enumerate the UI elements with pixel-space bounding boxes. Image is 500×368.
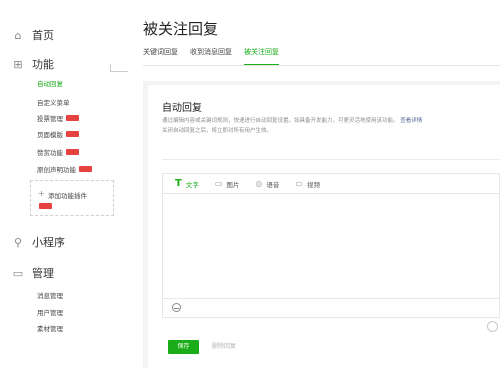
sidebar-collapse-handle[interactable] (110, 64, 128, 72)
tab-keyword-reply[interactable]: 关键词回复 (143, 47, 178, 66)
tool-image[interactable]: ▭ 图片 (215, 179, 240, 189)
new-badge (66, 149, 79, 155)
tool-text[interactable]: T 文字 (175, 178, 199, 189)
new-badge (79, 166, 92, 172)
page-title: 被关注回复 (143, 20, 219, 38)
link-icon: ⚲ (13, 235, 23, 249)
sidebar-section-management[interactable]: ▭ 管理 (12, 265, 54, 281)
tool-label: 视频 (306, 180, 320, 189)
tab-message-reply[interactable]: 收到消息回复 (190, 47, 232, 66)
sidebar-item-label: 消息管理 (37, 292, 63, 300)
section-description: 通过编辑内容或关键词规则，快速进行自动回复设置。如具备开发能力，可更灵活地使用该… (162, 116, 497, 136)
tool-label: 文字 (185, 180, 199, 189)
sidebar-item-users[interactable]: 用户管理 (37, 307, 63, 317)
sidebar-item-label: 原创声明功能 (37, 166, 76, 174)
sidebar-item-label: 素材管理 (37, 325, 63, 333)
sidebar-item-label: 投票管理 (37, 115, 63, 123)
description-text-2: 关闭自动回复之后，将立即对所有用户生效。 (162, 128, 273, 134)
sidebar-item-label: 用户管理 (37, 309, 63, 317)
sidebar-item-label: 赞赏功能 (37, 149, 63, 157)
image-icon: ▭ (214, 179, 223, 188)
tool-video[interactable]: ▭ 视频 (295, 179, 320, 189)
tab-bar: 关键词回复 收到消息回复 被关注回复 (143, 47, 279, 66)
content-panel: 自动回复 通过编辑内容或关键词规则，快速进行自动回复设置。如具备开发能力，可更灵… (143, 81, 500, 368)
sidebar-item-materials[interactable]: 素材管理 (37, 323, 63, 333)
reply-editor: T 文字 ▭ 图片 ◎ 语音 ▭ 视频 (162, 173, 500, 318)
tool-voice[interactable]: ◎ 语音 (255, 179, 279, 189)
editor-toolbar: T 文字 ▭ 图片 ◎ 语音 ▭ 视频 (163, 174, 499, 194)
grid-icon: ⊞ (13, 57, 23, 71)
sidebar-item-label: 首页 (32, 29, 54, 42)
content-card: 自动回复 通过编辑内容或关键词规则，快速进行自动回复设置。如具备开发能力，可更灵… (148, 85, 500, 368)
plus-icon: + (38, 189, 45, 198)
add-plugin-button[interactable]: + 添加功能插件 (30, 180, 114, 216)
sidebar-item-label: 自动回复 (37, 80, 63, 88)
sidebar-item-messages[interactable]: 消息管理 (37, 290, 63, 300)
sidebar-item-auto-reply[interactable]: 自动回复 (37, 78, 63, 88)
sidebar-item-vote[interactable]: 投票管理 (37, 113, 79, 123)
sidebar-item-custom-menu[interactable]: 自定义菜单 (37, 97, 70, 107)
sidebar-item-label: 自定义菜单 (37, 99, 70, 107)
sidebar-section-label: 管理 (32, 267, 54, 280)
help-icon[interactable] (487, 321, 498, 332)
sidebar-item-page-template[interactable]: 页面模版 (37, 129, 79, 139)
save-button[interactable]: 保存 (168, 340, 199, 354)
sidebar-section-label: 功能 (32, 58, 54, 71)
divider (162, 159, 500, 160)
home-icon: ⌂ (14, 28, 22, 42)
delete-reply-button[interactable]: 删除回复 (208, 340, 240, 354)
tool-label: 图片 (226, 180, 240, 189)
sidebar-item-reward[interactable]: 赞赏功能 (37, 147, 79, 157)
section-title: 自动回复 (162, 103, 202, 114)
reply-text-area[interactable] (163, 194, 499, 300)
video-icon: ▭ (295, 179, 303, 188)
sidebar-section-miniprogram[interactable]: ⚲ 小程序 (12, 234, 65, 250)
sidebar: ⌂ 首页 ⊞ 功能 自动回复 自定义菜单 投票管理 页面模版 赞赏功能 原创声明… (0, 0, 128, 368)
sidebar-section-label: 小程序 (32, 236, 65, 249)
sidebar-item-label: 页面模版 (37, 131, 63, 139)
add-plugin-label: 添加功能插件 (48, 192, 87, 200)
text-icon: T (175, 178, 182, 189)
tab-follow-reply[interactable]: 被关注回复 (244, 47, 279, 66)
tool-label: 语音 (266, 180, 280, 189)
emoji-icon[interactable] (172, 303, 181, 312)
editor-footer (163, 298, 499, 317)
sidebar-section-features[interactable]: ⊞ 功能 (12, 56, 54, 72)
details-link[interactable]: 查看详情 (400, 118, 422, 124)
new-badge (39, 203, 52, 209)
chat-icon: ▭ (12, 266, 24, 280)
voice-icon: ◎ (255, 179, 263, 188)
tab-divider (143, 65, 500, 66)
description-text: 通过编辑内容或关键词规则，快速进行自动回复设置。如具备开发能力，可更灵活地使用该… (162, 118, 399, 124)
sidebar-item-original-claim[interactable]: 原创声明功能 (37, 164, 92, 174)
new-badge (66, 131, 79, 137)
new-badge (66, 115, 79, 121)
sidebar-item-home[interactable]: ⌂ 首页 (12, 27, 55, 43)
